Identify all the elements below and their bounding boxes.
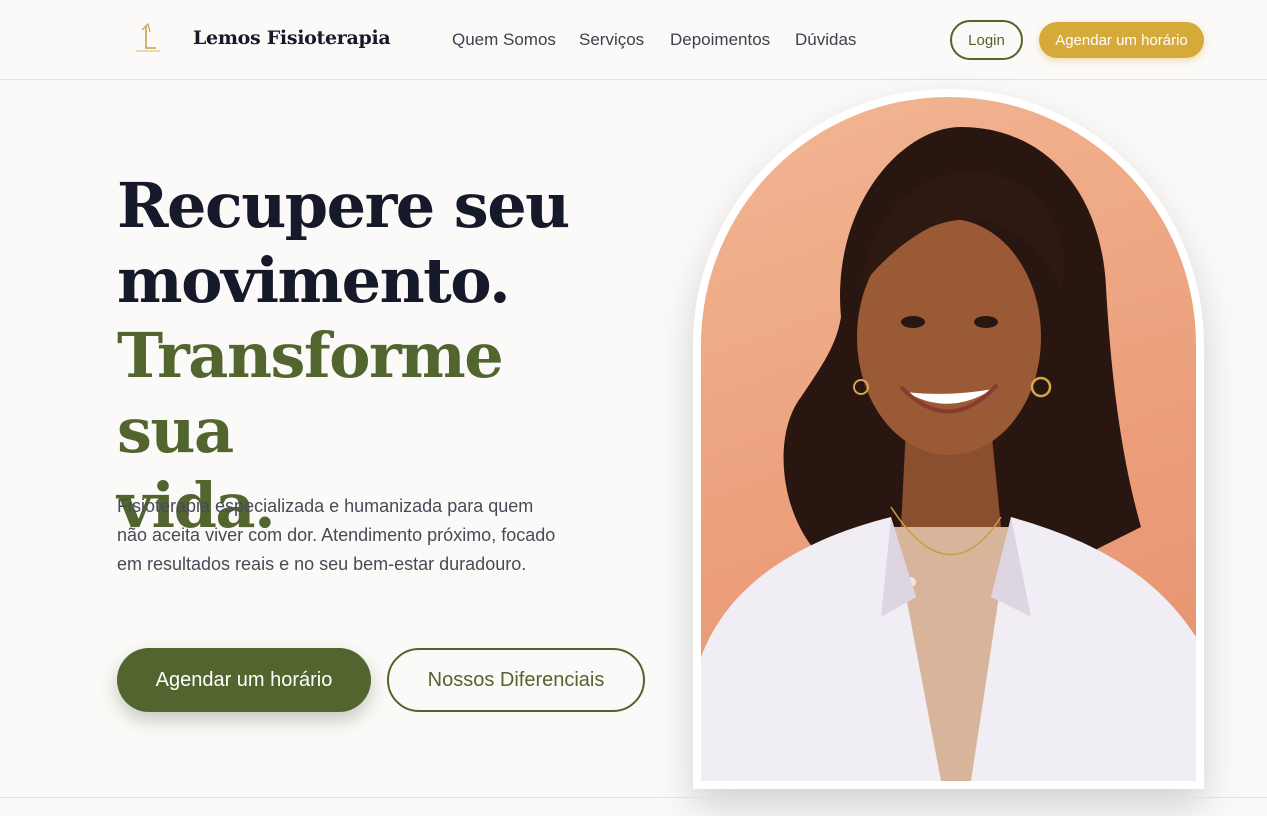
nav-depoimentos[interactable]: Depoimentos	[670, 30, 770, 50]
brand-name[interactable]: Lemos Fisioterapia	[193, 27, 391, 49]
login-button[interactable]: Login	[950, 20, 1023, 60]
nav-quem-somos[interactable]: Quem Somos	[452, 30, 556, 50]
hero-headline: Recupere seu movimento. Transforme sua v…	[117, 168, 637, 543]
headline-line-1: Recupere seu	[117, 169, 570, 242]
physiotherapist-portrait	[701, 97, 1196, 781]
headline-line-2: movimento.	[117, 244, 511, 317]
differentials-button[interactable]: Nossos Diferenciais	[387, 648, 645, 712]
portrait-frame	[693, 89, 1204, 789]
brand-logo-icon[interactable]	[128, 20, 168, 60]
nav-servicos[interactable]: Serviços	[579, 30, 644, 50]
headline-line-3: Transforme sua	[117, 319, 504, 467]
schedule-button[interactable]: Agendar um horário	[117, 648, 371, 712]
site-header: Lemos Fisioterapia Quem Somos Serviços D…	[0, 0, 1267, 80]
hero-subtitle: Fisioterapia especializada e humanizada …	[117, 496, 556, 574]
header-schedule-button[interactable]: Agendar um horário	[1039, 22, 1204, 58]
section-divider	[0, 797, 1267, 798]
nav-duvidas[interactable]: Dúvidas	[795, 30, 856, 50]
